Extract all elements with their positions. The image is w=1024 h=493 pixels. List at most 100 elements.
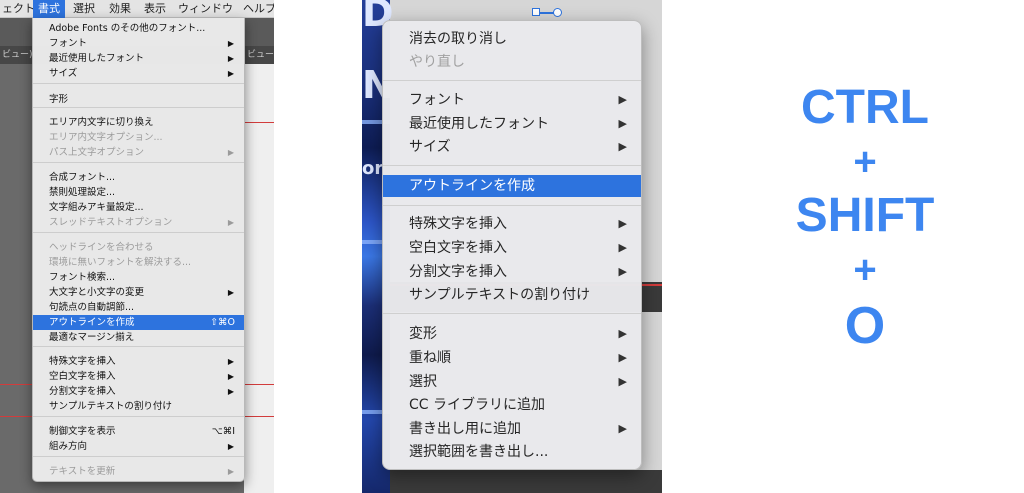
type-menu-item[interactable]: エリア内文字に切り換え [33, 115, 244, 130]
submenu-arrow-icon: ▶ [227, 54, 234, 63]
menubar-type[interactable]: 書式 [33, 0, 65, 18]
submenu-arrow-icon: ▶ [227, 372, 234, 381]
context-menu-item[interactable]: 最近使用したフォント ▶ [383, 113, 641, 135]
shortcut-callout: CTRL + SHIFT + O [740, 80, 990, 410]
menu-item-label: 空白文字を挿入 [49, 371, 116, 382]
type-menu-item[interactable]: サンプルテキストの割り付け [33, 399, 244, 414]
context-menu-item[interactable]: 消去の取り消し [383, 28, 641, 50]
context-menu-item[interactable]: サイズ ▶ [383, 136, 641, 158]
submenu-arrow-icon: ▶ [618, 140, 627, 153]
context-menu-item[interactable]: 選択範囲を書き出し... [383, 441, 641, 463]
submenu-arrow-icon: ▶ [618, 422, 627, 435]
type-menu: Adobe Fonts のその他のフォント... フォント ▶ 最近使用したフォント ▶… [32, 18, 245, 482]
menu-item-label: 特殊文字を挿入 [409, 216, 507, 232]
type-menu-item: パス上文字オプション ▶ [33, 145, 244, 160]
submenu-arrow-icon: ▶ [618, 265, 627, 278]
type-menu-item[interactable]: 最適なマージン揃え [33, 330, 244, 345]
key-shift: SHIFT [795, 189, 935, 242]
menu-item-label: 環境に無いフォントを解決する... [49, 257, 192, 268]
type-menu-item: ヘッドラインを合わせる [33, 240, 244, 255]
menu-item-label: やり直し [409, 54, 465, 70]
type-menu-item[interactable]: 大文字と小文字の変更 ▶ [33, 285, 244, 300]
type-menu-item[interactable]: 空白文字を挿入 ▶ [33, 369, 244, 384]
guide-line [244, 122, 274, 123]
menu-separator [33, 456, 244, 457]
rotate-handle[interactable] [553, 8, 562, 17]
shortcut-label: ⌥⌘I [211, 426, 235, 437]
type-menu-item: 環境に無いフォントを解決する... [33, 255, 244, 270]
type-menu-item[interactable]: フォント ▶ [33, 36, 244, 51]
menu-item-label: アウトラインを作成 [409, 178, 535, 194]
context-menu-item[interactable]: 選択 ▶ [383, 371, 641, 393]
type-menu-item[interactable]: 最近使用したフォント ▶ [33, 51, 244, 66]
document-tab[interactable]: ビュー) [247, 46, 274, 64]
context-menu-item[interactable]: フォント ▶ [383, 89, 641, 111]
document-tab[interactable]: ビュー) [2, 46, 33, 64]
artwork-letter: or [362, 158, 384, 179]
type-menu-item[interactable]: 字形 [33, 92, 244, 107]
menu-item-label: 特殊文字を挿入 [49, 356, 116, 367]
submenu-arrow-icon: ▶ [618, 375, 627, 388]
type-menu-item[interactable]: アウトラインを作成 ⇧⌘O [33, 315, 244, 330]
type-menu-item[interactable]: フォント検索... [33, 270, 244, 285]
submenu-arrow-icon: ▶ [227, 387, 234, 396]
menubar-effect[interactable]: 効果 [104, 0, 136, 18]
context-menu-item[interactable]: 特殊文字を挿入 ▶ [383, 213, 641, 235]
submenu-arrow-icon: ▶ [227, 39, 234, 48]
menubar-view[interactable]: 表示 [139, 0, 171, 18]
menu-item-label: 重ね順 [409, 350, 451, 366]
submenu-arrow-icon: ▶ [227, 148, 234, 157]
context-menu-item[interactable]: CC ライブラリに追加 [383, 394, 641, 416]
type-menu-item: スレッドテキストオプション ▶ [33, 215, 244, 230]
menubar-help[interactable]: ヘルプ [238, 0, 274, 18]
menu-item-label: 文字組みアキ量設定... [49, 202, 144, 213]
menu-item-label: エリア内文字オプション... [49, 132, 163, 143]
context-menu-item[interactable]: 分割文字を挿入 ▶ [383, 261, 641, 283]
menu-item-label: 空白文字を挿入 [409, 240, 507, 256]
menubar-window[interactable]: ウィンドウ [173, 0, 238, 18]
menu-bar: ェクト 書式 選択 効果 表示 ウィンドウ ヘルプ [0, 0, 274, 18]
type-menu-item[interactable]: 組み方向 ▶ [33, 439, 244, 454]
menu-item-label: 大文字と小文字の変更 [49, 287, 145, 298]
context-menu-item[interactable]: アウトラインを作成 [383, 175, 641, 197]
menu-item-label: エリア内文字に切り換え [49, 117, 154, 128]
artboard [244, 64, 274, 493]
menu-separator [33, 107, 244, 108]
type-menu-item[interactable]: 句読点の自動調節... [33, 300, 244, 315]
context-menu-item[interactable]: サンプルテキストの割り付け [383, 284, 641, 306]
type-menu-item[interactable]: 文字組みアキ量設定... [33, 200, 244, 215]
menu-item-label: 変形 [409, 326, 437, 342]
menu-separator [383, 80, 641, 81]
menu-separator [383, 165, 641, 166]
plus-sign: + [853, 248, 877, 292]
type-menu-item[interactable]: 分割文字を挿入 ▶ [33, 384, 244, 399]
context-menu-item[interactable]: 重ね順 ▶ [383, 347, 641, 369]
menubar-select[interactable]: 選択 [68, 0, 100, 18]
menu-item-label: 組み方向 [49, 441, 88, 452]
menu-item-label: 禁則処理設定... [49, 187, 116, 198]
menu-item-label: サイズ [409, 139, 451, 155]
menu-separator [33, 232, 244, 233]
menu-item-label: スレッドテキストオプション [49, 217, 173, 228]
type-menu-item[interactable]: 合成フォント... [33, 170, 244, 185]
type-menu-item[interactable]: 特殊文字を挿入 ▶ [33, 354, 244, 369]
type-menu-item[interactable]: サイズ ▶ [33, 66, 244, 81]
type-menu-item[interactable]: Adobe Fonts のその他のフォント... [33, 21, 244, 36]
type-menu-item[interactable]: 制御文字を表示 ⌥⌘I [33, 424, 244, 439]
menu-item-label: 選択 [409, 374, 437, 390]
guide-line [0, 416, 32, 417]
guide-line [244, 416, 274, 417]
menu-separator [33, 83, 244, 84]
menu-item-label: 字形 [49, 94, 69, 105]
type-menu-item[interactable]: 禁則処理設定... [33, 185, 244, 200]
menu-item-label: サンプルテキストの割り付け [49, 401, 172, 412]
selection-handle[interactable] [532, 8, 540, 16]
plus-sign: + [853, 140, 877, 184]
handle-line [540, 12, 554, 14]
menu-item-label: 合成フォント... [49, 172, 116, 183]
context-menu-item[interactable]: 書き出し用に追加 ▶ [383, 418, 641, 440]
context-menu-item[interactable]: 変形 ▶ [383, 323, 641, 345]
submenu-arrow-icon: ▶ [618, 117, 627, 130]
menu-separator [383, 313, 641, 314]
context-menu-item[interactable]: 空白文字を挿入 ▶ [383, 237, 641, 259]
